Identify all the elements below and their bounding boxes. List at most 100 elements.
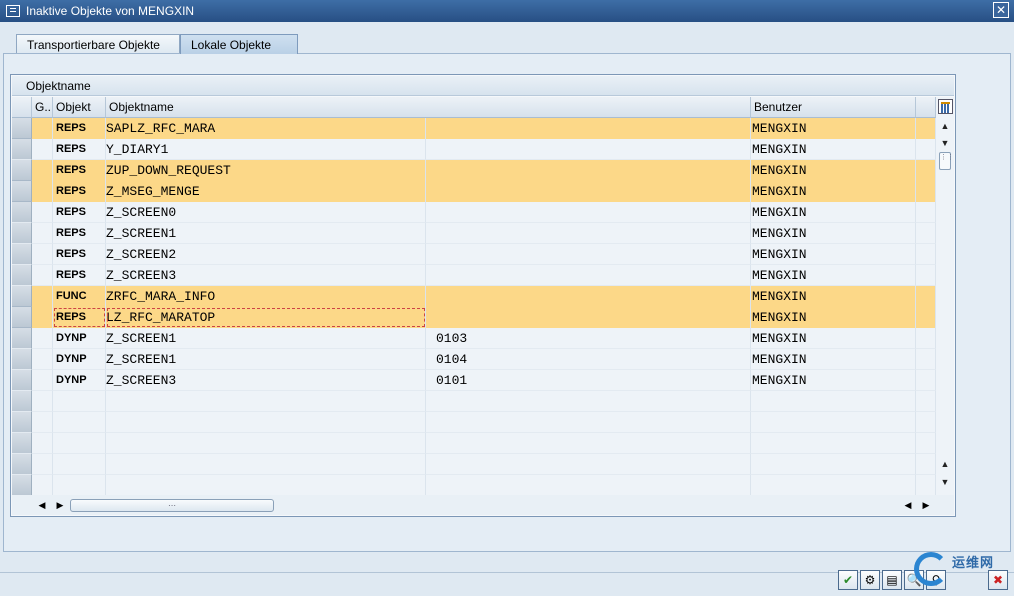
row-selector[interactable]	[12, 118, 32, 139]
scroll-far-right-icon[interactable]: ▶	[920, 498, 932, 512]
cell-g	[32, 265, 53, 286]
horizontal-scrollbar-thumb[interactable]: ⋯	[70, 499, 274, 512]
cell-objektname-ext	[426, 223, 751, 244]
column-header-objektname[interactable]: Objektname	[106, 97, 751, 118]
table-row[interactable]: REPS Y_DIARY1 MENGXIN	[12, 139, 954, 160]
scroll-left-icon[interactable]: ◀	[36, 498, 48, 512]
scrollbar-thumb[interactable]: ⋮⋮	[939, 152, 954, 170]
row-selector[interactable]	[12, 160, 32, 181]
cell-g	[32, 244, 53, 265]
object-list-panel: Objektname G.. Objekt Objektname Benutze…	[10, 74, 956, 517]
cell-objekt	[53, 475, 106, 495]
empty-table-row[interactable]	[12, 412, 954, 433]
cell-objektname: Z_MSEG_MENGE	[106, 181, 426, 202]
cell-filler	[916, 286, 936, 307]
cell-g	[32, 139, 53, 160]
confirm-button[interactable]: ✔	[838, 570, 858, 590]
scroll-page-up-icon[interactable]: ▲	[938, 457, 952, 471]
vertical-scrollbar[interactable]: ▲ ▼ ⋮⋮ ▲ ▼	[936, 97, 954, 495]
cell-objektname-ext	[426, 391, 751, 412]
row-selector[interactable]	[12, 181, 32, 202]
scroll-page-down-icon[interactable]: ▼	[938, 475, 952, 489]
scroll-up-icon[interactable]: ▲	[938, 119, 952, 133]
column-header-objekt[interactable]: Objekt	[53, 97, 106, 118]
row-selector[interactable]	[12, 412, 32, 433]
scroll-down-icon[interactable]: ▼	[938, 136, 952, 150]
row-selector[interactable]	[12, 223, 32, 244]
cell-filler	[916, 433, 936, 454]
table-row[interactable]: REPS Z_SCREEN3 MENGXIN	[12, 265, 954, 286]
row-selector[interactable]	[12, 244, 32, 265]
cell-objektname	[106, 454, 426, 475]
cell-benutzer	[751, 454, 916, 475]
cell-benutzer: MENGXIN	[751, 286, 916, 307]
cell-objekt	[53, 454, 106, 475]
tab-panel: Objektname G.. Objekt Objektname Benutze…	[3, 53, 1011, 552]
row-selector[interactable]	[12, 391, 32, 412]
cell-g	[32, 181, 53, 202]
tab-lokale-objekte[interactable]: Lokale Objekte	[180, 34, 298, 54]
column-header-g[interactable]: G..	[32, 97, 53, 118]
row-selector[interactable]	[12, 202, 32, 223]
activate-button[interactable]: ⚙	[860, 570, 880, 590]
cell-objektname-ext	[426, 139, 751, 160]
table-row[interactable]: REPS ZUP_DOWN_REQUEST MENGXIN	[12, 160, 954, 181]
cell-benutzer: MENGXIN	[751, 349, 916, 370]
cell-benutzer: MENGXIN	[751, 181, 916, 202]
cell-objekt: DYNP	[53, 328, 106, 349]
row-selector[interactable]	[12, 328, 32, 349]
cell-objektname	[106, 475, 426, 495]
table-row[interactable]: FUNC ZRFC_MARA_INFO MENGXIN	[12, 286, 954, 307]
cell-objektname: SAPLZ_RFC_MARA	[106, 118, 426, 139]
cell-objekt: DYNP	[53, 370, 106, 391]
cell-objekt: REPS	[53, 265, 106, 286]
row-selector[interactable]	[12, 433, 32, 454]
cell-benutzer	[751, 391, 916, 412]
cell-filler	[916, 118, 936, 139]
cell-objektname-ext	[426, 433, 751, 454]
cell-objektname: Z_SCREEN1	[106, 328, 426, 349]
row-selector[interactable]	[12, 139, 32, 160]
row-selector[interactable]	[12, 349, 32, 370]
cell-g	[32, 391, 53, 412]
cell-objekt	[53, 433, 106, 454]
table-row[interactable]: REPS Z_MSEG_MENGE MENGXIN	[12, 181, 954, 202]
empty-table-row[interactable]	[12, 475, 954, 495]
table-row[interactable]: REPS Z_SCREEN2 MENGXIN	[12, 244, 954, 265]
cell-benutzer	[751, 412, 916, 433]
row-selector[interactable]	[12, 286, 32, 307]
column-config-icon[interactable]	[938, 99, 953, 114]
row-selector[interactable]	[12, 265, 32, 286]
scroll-right-icon[interactable]: ▶	[54, 498, 66, 512]
cell-objektname-ext	[426, 202, 751, 223]
row-selector[interactable]	[12, 370, 32, 391]
table-row[interactable]: REPS Z_SCREEN0 MENGXIN	[12, 202, 954, 223]
table-row[interactable]: REPS SAPLZ_RFC_MARA MENGXIN	[12, 118, 954, 139]
empty-table-row[interactable]	[12, 391, 954, 412]
grid-title: Objektname	[12, 76, 954, 96]
table-row[interactable]: REPS LZ_RFC_MARATOP MENGXIN	[12, 307, 954, 328]
horizontal-scrollbar[interactable]: ◀ ▶ ⋯ ◀ ▶	[12, 495, 954, 515]
row-selector[interactable]	[12, 454, 32, 475]
cell-benutzer: MENGXIN	[751, 265, 916, 286]
select-all-header[interactable]	[12, 97, 32, 118]
cell-filler	[916, 244, 936, 265]
table-row[interactable]: REPS Z_SCREEN1 MENGXIN	[12, 223, 954, 244]
table-row[interactable]: DYNP Z_SCREEN3 0101 MENGXIN	[12, 370, 954, 391]
cell-objekt: REPS	[53, 307, 106, 328]
close-icon[interactable]: ✕	[993, 2, 1009, 18]
display-button[interactable]: ▤	[882, 570, 902, 590]
tab-transportierbare-objekte[interactable]: Transportierbare Objekte	[16, 34, 180, 54]
scroll-far-left-icon[interactable]: ◀	[902, 498, 914, 512]
cell-objektname: LZ_RFC_MARATOP	[106, 307, 426, 328]
empty-table-row[interactable]	[12, 454, 954, 475]
cell-benutzer: MENGXIN	[751, 160, 916, 181]
table-row[interactable]: DYNP Z_SCREEN1 0104 MENGXIN	[12, 349, 954, 370]
cell-objektname-ext	[426, 475, 751, 495]
empty-table-row[interactable]	[12, 433, 954, 454]
row-selector[interactable]	[12, 307, 32, 328]
column-header-benutzer[interactable]: Benutzer	[751, 97, 916, 118]
cell-filler	[916, 454, 936, 475]
row-selector[interactable]	[12, 475, 32, 495]
table-row[interactable]: DYNP Z_SCREEN1 0103 MENGXIN	[12, 328, 954, 349]
